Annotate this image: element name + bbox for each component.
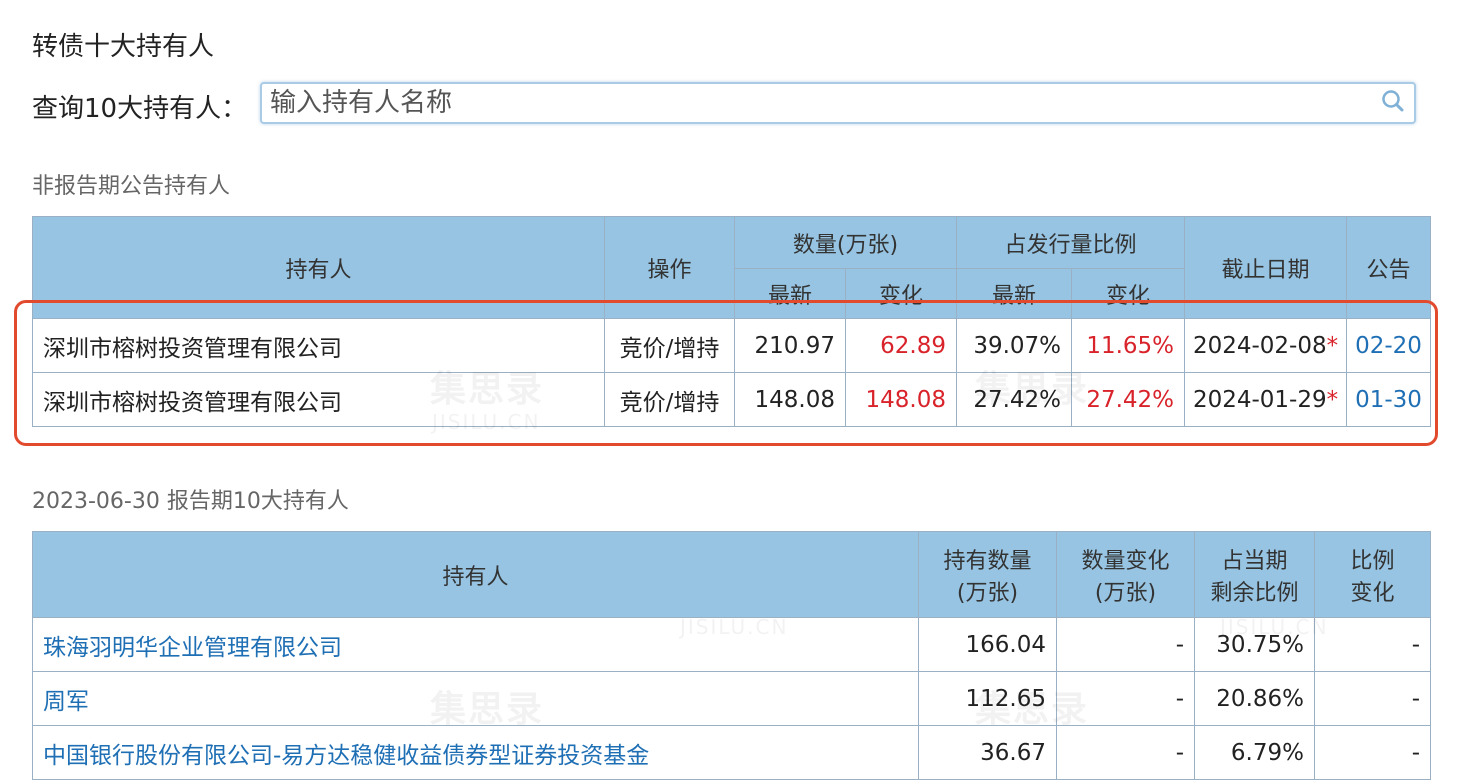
query-label: 查询10大持有人： — [32, 94, 248, 124]
col-change-line1: 数量变化 — [1081, 548, 1170, 574]
query-row: 查询10大持有人： — [32, 82, 1422, 128]
watermark: 集思录 — [430, 369, 545, 410]
holder-link[interactable]: 中国银行股份有限公司-易方达稳健收益债券型证券投资基金 — [32, 725, 919, 780]
qty-change: 62.89 — [844, 318, 958, 373]
ratio-change: - — [1314, 617, 1431, 672]
col-qty-line1: 持有数量 — [943, 548, 1032, 574]
page-title: 转债十大持有人 — [32, 32, 215, 62]
deadline-cell: 2024-01-29* — [1184, 372, 1348, 427]
qty: 36.67 — [918, 725, 1057, 780]
col-notice: 公告 — [1346, 216, 1432, 319]
col-qty-change: 变化 — [844, 268, 958, 319]
col-action: 操作 — [604, 216, 735, 319]
col-qty-line2: (万张) — [956, 580, 1019, 606]
table-row: 周军 112.65 - 20.86% - — [32, 671, 1431, 726]
ratio-change: - — [1314, 725, 1431, 780]
col-holder: 持有人 — [32, 531, 919, 618]
search-box — [260, 82, 1416, 124]
col-ratio-line2: 剩余比例 — [1210, 580, 1299, 606]
qty-latest: 148.08 — [734, 372, 846, 427]
watermark: 集思录 — [975, 369, 1090, 410]
col-ratio-latest: 最新 — [956, 268, 1073, 319]
ratio-change: - — [1314, 671, 1431, 726]
watermark: 集思录 — [430, 689, 545, 730]
col-ratio: 占发行量比例 — [956, 216, 1186, 269]
table-row: 深圳市榕树投资管理有限公司 竞价/增持 210.97 62.89 39.07% … — [32, 318, 1432, 373]
col-ratio-change: 变化 — [1071, 268, 1186, 319]
non-report-section-title: 非报告期公告持有人 — [32, 174, 231, 199]
search-icon[interactable] — [1380, 88, 1406, 114]
deadline-date: 2024-01-29 — [1192, 386, 1327, 413]
col-ratio-change-line2: 变化 — [1350, 580, 1395, 606]
table-row: 中国银行股份有限公司-易方达稳健收益债券型证券投资基金 36.67 - 6.79… — [32, 725, 1431, 780]
watermark-sub: JISILU.CN — [432, 410, 541, 434]
col-ratio: 占当期 剩余比例 — [1194, 531, 1315, 618]
ratio: 20.86% — [1194, 671, 1315, 726]
action: 竞价/增持 — [604, 372, 735, 427]
col-ratio-line1: 占当期 — [1221, 548, 1288, 574]
deadline-cell: 2024-02-08* — [1184, 318, 1348, 373]
qty-change: 148.08 — [844, 372, 958, 427]
col-qty: 持有数量 (万张) — [918, 531, 1057, 618]
qty: 166.04 — [918, 617, 1057, 672]
col-ratio-change-line1: 比例 — [1350, 548, 1395, 574]
qty-change: - — [1056, 725, 1195, 780]
col-change-line2: (万张) — [1094, 580, 1157, 606]
col-quantity: 数量(万张) — [733, 216, 958, 269]
qty-change: - — [1056, 617, 1195, 672]
col-ratio-change: 比例 变化 — [1314, 531, 1431, 618]
col-qty-latest: 最新 — [734, 268, 846, 319]
col-change: 数量变化 (万张) — [1056, 531, 1195, 618]
star-marker: * — [1326, 332, 1339, 359]
watermark: 集思录 — [975, 689, 1090, 730]
deadline-date: 2024-02-08 — [1192, 332, 1327, 359]
search-input[interactable] — [260, 82, 1416, 124]
report-holders-table: 持有人 持有数量 (万张) 数量变化 (万张) 占当期 剩余比例 比例 变化 珠海羽明华… — [32, 531, 1431, 780]
non-report-holders-table: 持有人 操作 数量(万张) 占发行量比例 截止日期 公告 最新 变化 最新 变化… — [32, 216, 1432, 427]
action: 竞价/增持 — [604, 318, 735, 373]
notice-link[interactable]: 01-30 — [1346, 372, 1432, 427]
report-section-title: 2023-06-30 报告期10大持有人 — [32, 489, 349, 514]
watermark-sub: JISILU.CN — [680, 615, 789, 639]
col-deadline: 截止日期 — [1184, 216, 1348, 319]
qty-latest: 210.97 — [734, 318, 846, 373]
table-row: 深圳市榕树投资管理有限公司 竞价/增持 148.08 148.08 27.42%… — [32, 372, 1432, 427]
star-marker: * — [1326, 386, 1339, 413]
col-holder: 持有人 — [32, 216, 605, 319]
ratio: 6.79% — [1194, 725, 1315, 780]
notice-link[interactable]: 02-20 — [1346, 318, 1432, 373]
watermark-sub: JISILU.CN — [1220, 615, 1329, 639]
